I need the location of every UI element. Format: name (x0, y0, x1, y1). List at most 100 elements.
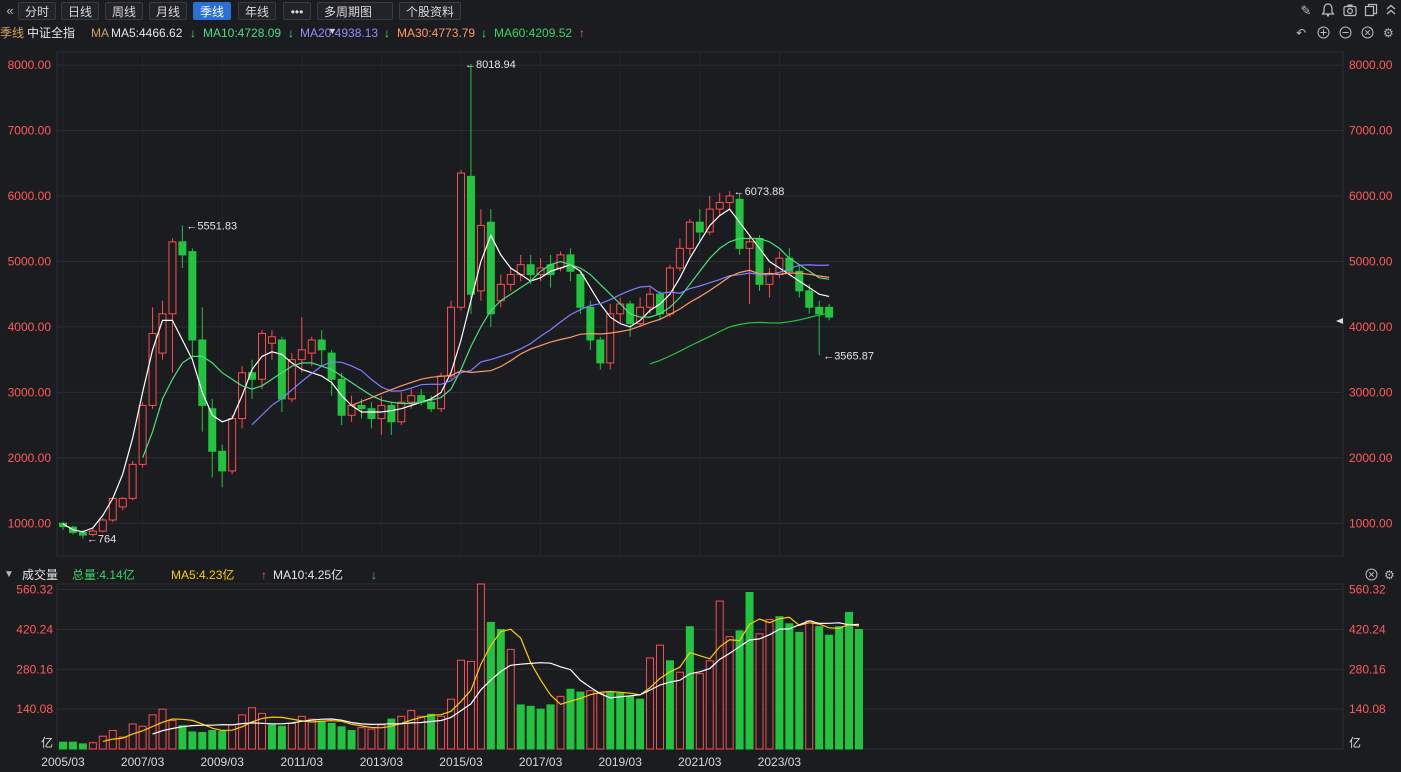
candle-body (606, 313, 615, 364)
candle-body (596, 339, 605, 364)
tab-fenshi[interactable]: 分时 (18, 2, 57, 20)
volume-bar (685, 626, 694, 750)
candlestick-chart: ←8018.94 ←5551.83 ←6073.88 ←3565.87 ←764 800… (8, 51, 1393, 769)
price-tick-label-left: 7000.00 (8, 124, 52, 138)
settings-icon[interactable]: ⚙ (1384, 566, 1395, 584)
price-annotation: ←6073.88 (734, 186, 785, 198)
tab-nianxian[interactable]: 年线 (238, 2, 277, 20)
close-icon[interactable] (1361, 24, 1374, 44)
more-button[interactable]: ••• (283, 2, 311, 20)
collapse-icon[interactable]: ▼ (4, 566, 14, 584)
ma60-value: MA60:4209.52 (494, 26, 573, 40)
volume-bar (795, 631, 804, 750)
undo-icon[interactable]: ↶ (1296, 24, 1306, 42)
volume-bar (248, 707, 257, 750)
tab-jixian[interactable]: 季线 (193, 2, 232, 20)
price-annotation: ←8018.94 (465, 59, 516, 71)
price-tick-label-left: 1000.00 (8, 516, 52, 530)
candle-body (287, 359, 296, 400)
x-axis-label: 2019/03 (599, 755, 643, 769)
volume-bar (98, 735, 107, 750)
volume-ma10: MA10:4.25亿 (273, 568, 344, 582)
double-chevron-left-icon[interactable]: « (2, 3, 18, 19)
candle-body (665, 267, 674, 315)
close-icon[interactable] (1365, 566, 1378, 586)
candle-body (88, 530, 97, 535)
candle-body (825, 306, 834, 318)
index-name: 中证全指 (27, 26, 76, 40)
candle-body (78, 531, 87, 536)
volume-bar (845, 611, 854, 750)
candle-body (337, 378, 346, 416)
price-tick-label-right: 5000.00 (1349, 254, 1393, 268)
x-axis-label: 2013/03 (360, 755, 404, 769)
zoom-out-icon[interactable] (1339, 24, 1352, 44)
candle-body (367, 408, 376, 420)
candle-body (745, 241, 754, 249)
candle-body (258, 332, 266, 380)
candle-body (636, 306, 645, 325)
volume-ma5-line (102, 616, 860, 742)
candle-body (656, 293, 664, 315)
candle-body (735, 198, 744, 249)
volume-bar (68, 741, 77, 750)
volume-ma10-line (152, 620, 860, 735)
candle-body (695, 221, 704, 233)
ma30-line (351, 269, 830, 406)
chevron-up-icon[interactable] (1383, 3, 1399, 19)
candle-body (556, 254, 565, 269)
arrow-up-icon: ↑ (261, 568, 267, 582)
tab-yuexian[interactable]: 月线 (149, 2, 188, 20)
candle-body (536, 267, 545, 276)
arrow-up-icon: ↑ (579, 26, 585, 40)
price-tick-label-right: 4000.00 (1349, 320, 1393, 334)
candle-body (586, 306, 595, 341)
volume-bar (496, 629, 505, 750)
volume-bar (138, 725, 147, 750)
stock-info-button[interactable]: 个股资料 (399, 2, 462, 20)
volume-bar (158, 708, 167, 750)
candle-body (795, 270, 804, 292)
volume-bar (516, 704, 525, 750)
arrow-down-icon: ↓ (371, 568, 377, 582)
volume-bar (526, 705, 535, 750)
candle-body (208, 408, 217, 452)
volume-bar (476, 583, 485, 750)
ma30-value: MA30:4773.79 (397, 26, 476, 40)
candle-body (675, 247, 684, 269)
volume-bar (556, 695, 565, 750)
multi-period-dropdown[interactable]: 多周期图 ▼ (317, 2, 393, 36)
ma20-line (251, 264, 830, 426)
volume-bar (307, 718, 316, 750)
tab-rixian[interactable]: 日线 (61, 2, 100, 20)
candle-body (705, 208, 714, 233)
volume-bar (148, 714, 157, 750)
candle-body (486, 221, 495, 315)
volume-bar (646, 657, 655, 750)
ma10-line (142, 237, 830, 459)
copy-icon[interactable] (1363, 3, 1379, 19)
x-axis-label: 2021/03 (678, 755, 722, 769)
multi-period-label: 多周期图 (324, 5, 373, 19)
candle-body (168, 241, 177, 315)
volume-tick-label-right: 420.24 (1349, 622, 1386, 636)
settings-icon[interactable]: ⚙ (1383, 24, 1394, 42)
ma60-line (649, 312, 830, 365)
volume-bar (367, 728, 376, 750)
candle-body (59, 522, 67, 528)
volume-bar (258, 712, 266, 750)
volume-header: ▼ 成交量 总量:4.14亿 MA5:4.23亿 ↑ MA10:4.25亿 ↓ … (0, 566, 1401, 584)
bell-icon[interactable] (1320, 3, 1336, 19)
candle-body (457, 172, 465, 308)
price-annotation: ←3565.87 (823, 350, 874, 362)
candle-body (238, 372, 247, 420)
volume-bar (755, 633, 764, 750)
camera-icon[interactable] (1342, 3, 1358, 19)
tab-zhouxian[interactable]: 周线 (105, 2, 144, 20)
pencil-icon[interactable]: ✎ (1298, 3, 1314, 19)
zoom-in-icon[interactable] (1317, 24, 1330, 44)
candle-body (317, 339, 326, 351)
volume-tick-label-left: 280.16 (16, 662, 53, 676)
volume-bar (586, 690, 595, 750)
volume-bar (735, 630, 744, 750)
